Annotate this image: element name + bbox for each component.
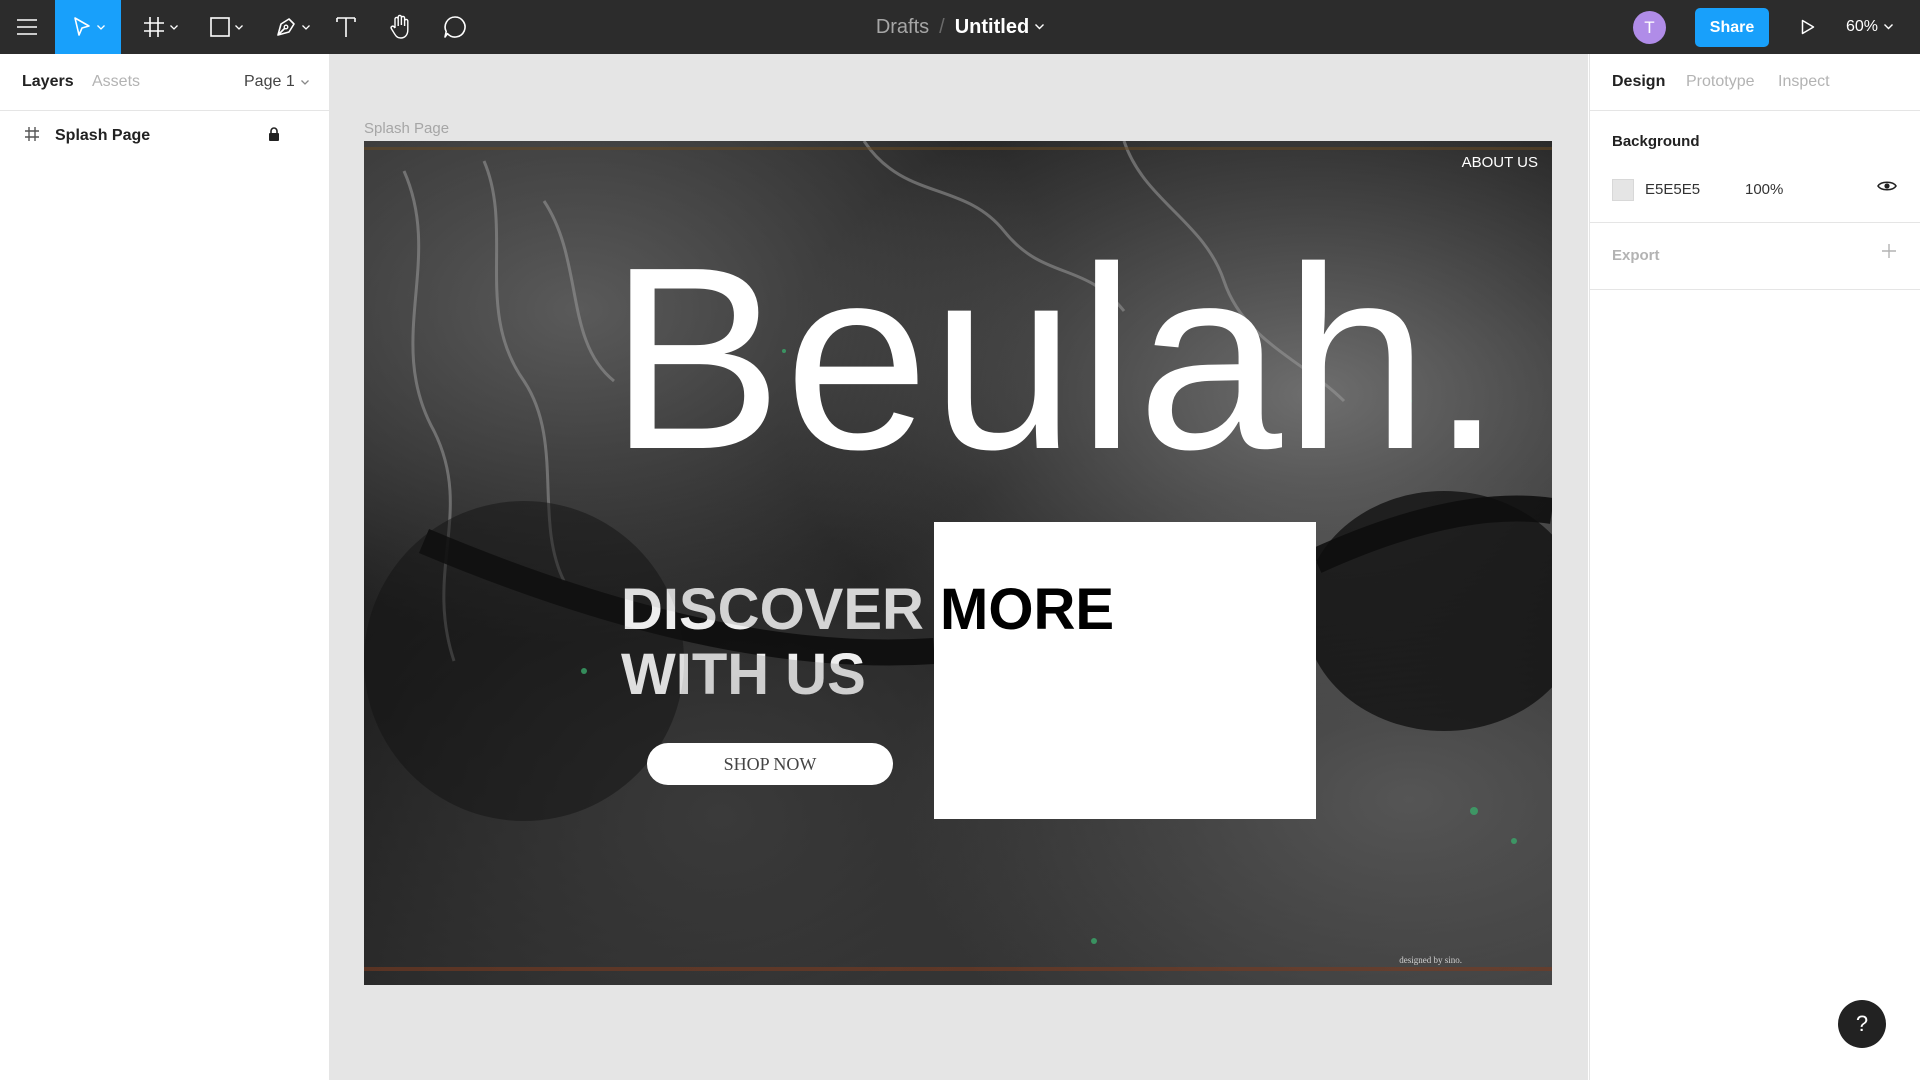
headline-line-2: WITH US <box>621 641 866 707</box>
comment-tool-button[interactable] <box>442 0 468 54</box>
frame-tool-button[interactable] <box>137 0 183 54</box>
hero-title[interactable]: Beulah. <box>609 229 1505 489</box>
breadcrumb-drafts[interactable]: Drafts <box>876 16 929 39</box>
help-button[interactable]: ? <box>1838 1000 1886 1048</box>
page-selector-label: Page 1 <box>244 73 295 90</box>
text-tool-button[interactable] <box>333 0 359 54</box>
background-color-swatch[interactable] <box>1612 179 1634 201</box>
frame-hash-icon <box>143 17 164 37</box>
chevron-down-icon <box>234 24 243 30</box>
right-panel-tabs: Design Prototype Inspect <box>1590 54 1920 111</box>
lock-icon[interactable] <box>268 127 280 142</box>
page-selector[interactable]: Page 1 <box>244 73 309 91</box>
pen-tool-button[interactable] <box>269 0 315 54</box>
breadcrumb-separator: / <box>939 15 945 38</box>
pen-icon <box>276 18 295 36</box>
background-hex-value[interactable]: E5E5E5 <box>1645 181 1700 198</box>
tab-inspect[interactable]: Inspect <box>1778 73 1830 91</box>
chevron-down-icon <box>300 79 309 85</box>
tab-prototype[interactable]: Prototype <box>1686 73 1754 91</box>
export-title: Export <box>1612 247 1660 264</box>
chevron-down-icon <box>169 24 178 30</box>
headline-line-1: DISCOVER MORE <box>621 577 1115 642</box>
eye-visibility-icon[interactable] <box>1877 179 1897 193</box>
properties-panel: Design Prototype Inspect Background E5E5… <box>1589 54 1920 1080</box>
chevron-down-icon <box>301 24 310 30</box>
tab-assets[interactable]: Assets <box>92 73 140 91</box>
chevron-down-icon <box>1035 24 1045 30</box>
chevron-down-icon <box>96 24 105 30</box>
hand-tool-button[interactable] <box>388 0 414 54</box>
background-section: Background E5E5E5 100% <box>1590 111 1920 223</box>
export-section: Export <box>1590 223 1920 290</box>
zoom-dropdown[interactable]: 60% <box>1846 0 1894 54</box>
file-title: Untitled <box>954 15 1030 38</box>
shop-now-button[interactable]: SHOP NOW <box>647 743 893 785</box>
background-title: Background <box>1612 133 1700 150</box>
left-panel-tabs: Layers Assets Page 1 <box>0 54 329 111</box>
hamburger-menu-icon <box>17 19 37 35</box>
background-opacity-value[interactable]: 100% <box>1745 181 1783 198</box>
layers-panel: Layers Assets Page 1 Splash Page <box>0 54 330 1080</box>
text-t-icon <box>336 17 356 37</box>
layer-row-splash-page[interactable]: Splash Page <box>0 118 329 154</box>
layer-name: Splash Page <box>55 127 151 144</box>
play-icon <box>1801 19 1815 35</box>
chevron-down-icon <box>1884 24 1894 30</box>
frame-hash-icon <box>25 127 39 141</box>
hand-icon <box>390 14 409 39</box>
file-title-button[interactable]: Untitled <box>954 15 1045 39</box>
zoom-level: 60% <box>1846 18 1879 35</box>
plus-icon[interactable] <box>1881 243 1897 259</box>
move-tool-button[interactable] <box>55 0 121 54</box>
about-us-link[interactable]: ABOUT US <box>1462 154 1538 171</box>
designer-credit: designed by sino. <box>1399 955 1462 965</box>
share-button[interactable]: Share <box>1695 8 1769 47</box>
tab-layers[interactable]: Layers <box>22 73 74 91</box>
frame-label[interactable]: Splash Page <box>364 120 449 137</box>
user-avatar[interactable]: T <box>1633 11 1666 44</box>
tab-design[interactable]: Design <box>1612 73 1665 91</box>
splash-page-frame[interactable]: ABOUT US Beulah. DISCOVER MORE WITH US S… <box>364 141 1552 985</box>
design-canvas[interactable]: Splash Page ABOUT US Beulah. DISCOVER MO… <box>330 54 1588 1080</box>
comment-bubble-icon <box>444 16 466 38</box>
top-toolbar: Drafts / Untitled T Share 60% <box>0 0 1920 54</box>
rectangle-icon <box>209 17 230 37</box>
headline[interactable]: DISCOVER MORE WITH US <box>621 577 1221 708</box>
main-menu-button[interactable] <box>8 0 46 54</box>
present-button[interactable] <box>1793 0 1823 54</box>
shape-tool-button[interactable] <box>203 0 249 54</box>
cursor-arrow-icon <box>73 17 90 36</box>
